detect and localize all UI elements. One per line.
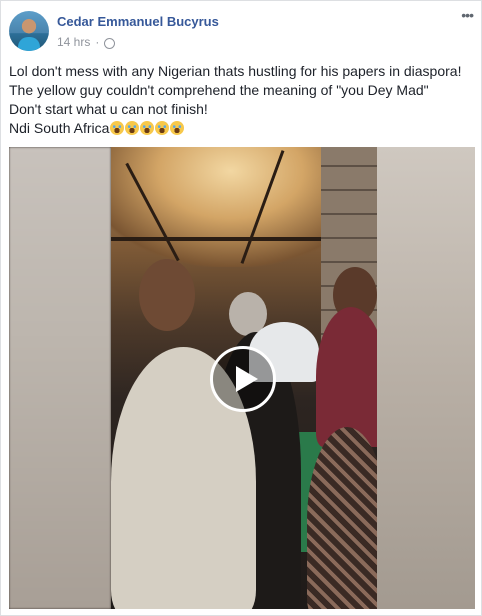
meta-separator: ·	[95, 35, 100, 49]
post-meta: 14 hrs ·	[57, 35, 116, 49]
globe-icon[interactable]	[104, 37, 116, 49]
post-text-line: Lol don't mess with any Nigerian thats h…	[9, 63, 462, 79]
facebook-post: Cedar Emmanuel Bucyrus 14 hrs · ••• Lol …	[0, 0, 482, 616]
tears-of-joy-emoji	[125, 121, 140, 135]
author-avatar[interactable]	[9, 11, 49, 51]
more-options-icon[interactable]: •••	[461, 8, 474, 22]
post-text-line-last: Ndi South Africa	[9, 119, 475, 138]
post-text-line: Ndi South Africa	[9, 120, 110, 136]
tears-of-joy-emoji	[140, 121, 155, 135]
video-scene-person	[316, 307, 377, 447]
tears-of-joy-emoji	[110, 121, 125, 135]
video-scene-person	[139, 259, 195, 331]
video-blur-left	[9, 147, 111, 609]
tears-of-joy-emoji	[155, 121, 170, 135]
play-icon[interactable]	[210, 346, 276, 412]
avatar-figure	[18, 37, 40, 51]
tears-of-joy-emoji	[170, 121, 185, 135]
post-text-line: Don't start what u can not finish!	[9, 101, 208, 117]
video-player[interactable]	[9, 147, 475, 609]
author-name-link[interactable]: Cedar Emmanuel Bucyrus	[57, 14, 219, 29]
post-text-line: The yellow guy couldn't comprehend the m…	[9, 82, 429, 98]
post-timestamp[interactable]: 14 hrs	[57, 35, 90, 49]
video-blur-right	[377, 147, 475, 609]
post-text: Lol don't mess with any Nigerian thats h…	[9, 62, 475, 138]
